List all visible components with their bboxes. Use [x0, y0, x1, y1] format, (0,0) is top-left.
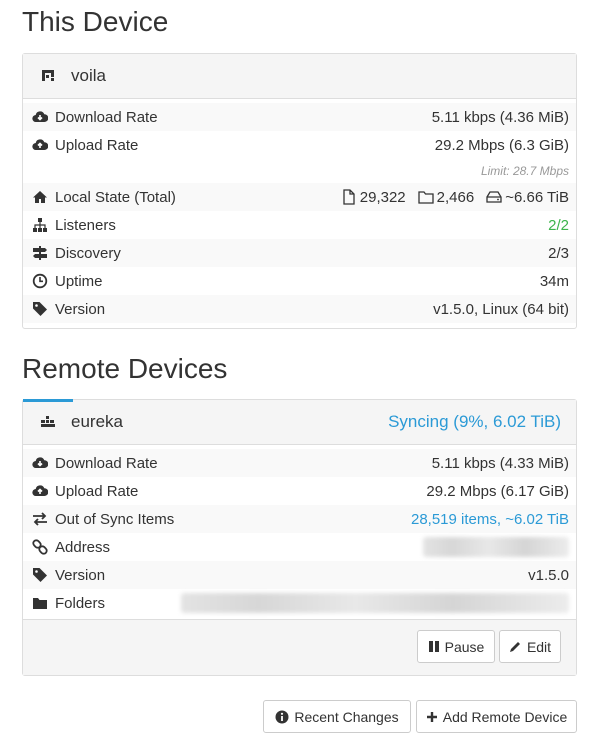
pause-button[interactable]: Pause	[417, 630, 495, 663]
out-of-sync-label: Out of Sync Items	[55, 510, 175, 528]
sync-progress-bar	[23, 399, 73, 402]
info-circle-icon	[275, 710, 289, 723]
local-state-row: Local State (Total) 29,322 2,466 ~6.66 T…	[23, 183, 576, 211]
remote-devices-heading: Remote Devices	[22, 353, 228, 384]
local-state-label: Local State (Total)	[55, 188, 176, 206]
this-device-panel: voila Download Rate 5.11 kbps (4.36 MiB)…	[22, 53, 577, 329]
edit-button[interactable]: Edit	[499, 630, 561, 663]
cloud-download-icon	[32, 111, 48, 123]
pause-button-label: Pause	[444, 638, 485, 655]
cloud-upload-icon	[32, 485, 48, 497]
discovery-row: Discovery 2/3	[23, 239, 576, 267]
remote-upload-value: 29.2 Mbps (6.17 GiB)	[426, 482, 569, 500]
remote-device-status: Syncing (9%, 6.02 TiB)	[388, 412, 561, 431]
recent-changes-button[interactable]: Recent Changes	[263, 700, 411, 733]
discovery-value: 2/3	[548, 244, 569, 262]
file-icon	[343, 189, 355, 205]
address-value-redacted	[423, 537, 569, 557]
download-rate-row: Download Rate 5.11 kbps (4.36 MiB)	[23, 103, 576, 131]
version-value: v1.5.0, Linux (64 bit)	[433, 300, 569, 318]
download-rate-value: 5.11 kbps (4.36 MiB)	[431, 108, 569, 126]
device-identicon-icon	[42, 70, 54, 81]
uptime-row: Uptime 34m	[23, 267, 576, 295]
discovery-label: Discovery	[55, 244, 121, 262]
signpost-icon	[33, 246, 47, 260]
download-rate-label: Download Rate	[55, 108, 158, 126]
out-of-sync-value[interactable]: 28,519 items, ~6.02 TiB	[411, 511, 569, 528]
remote-version-row: Version v1.5.0	[23, 561, 576, 589]
clock-icon	[32, 273, 48, 289]
upload-limit-value: Limit: 28.7 Mbps	[480, 164, 569, 178]
listeners-row: Listeners 2/2	[23, 211, 576, 239]
upload-limit-row: Limit: 28.7 Mbps	[23, 159, 576, 183]
plus-icon	[426, 711, 437, 722]
listeners-value: 2/2	[548, 216, 569, 234]
edit-button-label: Edit	[526, 638, 552, 655]
folders-label: Folders	[55, 594, 106, 612]
this-device-header: voila	[23, 54, 576, 99]
listeners-label: Listeners	[55, 216, 116, 234]
remote-version-label: Version	[55, 566, 106, 584]
remote-download-value: 5.11 kbps (4.33 MiB)	[431, 454, 569, 472]
pause-icon	[428, 641, 439, 652]
this-device-name: voila	[71, 66, 106, 85]
this-device-heading: This Device	[22, 6, 169, 37]
cloud-download-icon	[32, 457, 48, 469]
remote-version-value: v1.5.0	[528, 566, 569, 584]
local-state-files: 29,322	[359, 188, 406, 206]
upload-rate-label: Upload Rate	[55, 136, 139, 154]
upload-rate-row: Upload Rate 29.2 Mbps (6.3 GiB)	[23, 131, 576, 159]
remote-download-label: Download Rate	[55, 454, 158, 472]
version-label: Version	[55, 300, 106, 318]
add-remote-device-label: Add Remote Device	[442, 708, 568, 725]
hdd-icon	[486, 191, 502, 203]
tag-icon	[33, 302, 47, 316]
local-state-size: ~6.66 TiB	[505, 188, 569, 206]
folders-value-redacted	[181, 593, 569, 613]
address-row: Address	[23, 533, 576, 561]
add-remote-device-button[interactable]: Add Remote Device	[416, 700, 577, 733]
remote-device-header[interactable]: eureka Syncing (9%, 6.02 TiB)	[23, 399, 576, 445]
remote-device-name: eureka	[71, 412, 123, 431]
tag-icon	[33, 568, 47, 582]
uptime-label: Uptime	[55, 272, 103, 290]
local-state-dirs: 2,466	[436, 188, 475, 206]
folders-row: Folders	[23, 589, 576, 617]
address-label: Address	[55, 538, 111, 556]
folder-icon	[33, 598, 47, 609]
home-icon	[33, 191, 47, 203]
remote-device-panel: eureka Syncing (9%, 6.02 TiB) Download R…	[22, 399, 577, 676]
folder-icon	[418, 191, 434, 204]
remote-upload-label: Upload Rate	[55, 482, 139, 500]
remote-download-row: Download Rate 5.11 kbps (4.33 MiB)	[23, 449, 576, 477]
uptime-value: 34m	[539, 272, 569, 290]
remote-device-footer: Pause Edit	[23, 619, 576, 675]
version-row: Version v1.5.0, Linux (64 bit)	[23, 295, 576, 323]
out-of-sync-row: Out of Sync Items 28,519 items, ~6.02 Ti…	[23, 505, 576, 533]
local-state-value: 29,322 2,466 ~6.66 TiB	[342, 189, 569, 206]
sitemap-icon	[33, 218, 47, 232]
remote-upload-row: Upload Rate 29.2 Mbps (6.17 GiB)	[23, 477, 576, 505]
cloud-upload-icon	[32, 139, 48, 151]
recent-changes-label: Recent Changes	[294, 708, 399, 725]
device-identicon-icon	[41, 416, 55, 427]
upload-rate-value: 29.2 Mbps (6.3 GiB)	[434, 136, 569, 154]
pencil-icon	[509, 642, 520, 652]
link-icon	[32, 539, 48, 555]
exchange-icon	[33, 512, 47, 526]
